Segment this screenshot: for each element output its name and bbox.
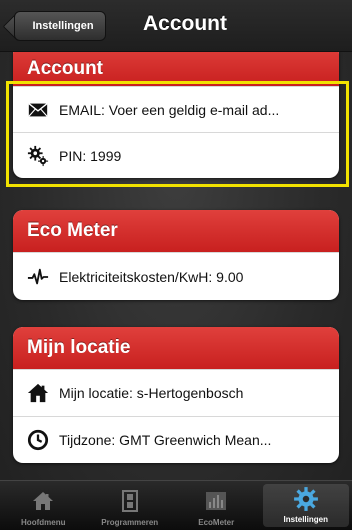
tab-ecometer[interactable]: EcoMeter xyxy=(173,481,260,530)
tab-programmeren[interactable]: Programmeren xyxy=(87,481,174,530)
film-icon xyxy=(115,486,145,516)
tab-label: Hoofdmenu xyxy=(21,518,66,527)
account-section: Account EMAIL: Voer een geldig e-mail ad… xyxy=(13,44,339,178)
tab-hoofdmenu[interactable]: Hoofdmenu xyxy=(0,481,87,530)
back-button[interactable]: Instellingen xyxy=(14,11,106,41)
section-header-eco-meter: Eco Meter xyxy=(13,210,339,252)
email-label: EMAIL: Voer een geldig e-mail ad... xyxy=(59,101,280,118)
electricity-cost-label: Elektriciteitskosten/KwH: 9.00 xyxy=(59,268,244,285)
navigation-bar: Instellingen Account xyxy=(0,0,352,52)
electricity-cost-row[interactable]: Elektriciteitskosten/KwH: 9.00 xyxy=(13,252,339,300)
pin-row[interactable]: PIN: 1999 xyxy=(13,132,339,178)
tab-label: EcoMeter xyxy=(198,518,235,527)
timezone-label: Tijdzone: GMT Greenwich Mean... xyxy=(59,432,272,448)
clock-icon xyxy=(27,429,49,451)
page-title: Account xyxy=(143,12,227,35)
app-screen: Instellingen Account Account EMAIL: Voer… xyxy=(0,0,352,530)
eco-meter-section: Eco Meter Elektriciteitskosten/KwH: 9.00 xyxy=(13,210,339,300)
home-icon xyxy=(27,382,49,404)
pin-label: PIN: 1999 xyxy=(59,147,122,164)
email-row[interactable]: EMAIL: Voer een geldig e-mail ad... xyxy=(13,86,339,132)
bar-chart-icon xyxy=(201,486,231,516)
location-label: Mijn locatie: s-Hertogenbosch xyxy=(59,385,244,401)
tab-bar: Hoofdmenu Programmeren EcoMeter Instelli… xyxy=(0,480,352,530)
tab-label: Programmeren xyxy=(101,518,159,527)
envelope-icon xyxy=(27,99,49,121)
timezone-row[interactable]: Tijdzone: GMT Greenwich Mean... xyxy=(13,416,339,463)
home-icon xyxy=(28,486,58,516)
section-header-location: Mijn locatie xyxy=(13,327,339,369)
pulse-icon xyxy=(27,266,49,288)
tab-instellingen[interactable]: Instellingen xyxy=(262,484,349,527)
tab-label: Instellingen xyxy=(283,515,328,524)
gears-icon xyxy=(27,145,49,167)
location-row[interactable]: Mijn locatie: s-Hertogenbosch xyxy=(13,369,339,416)
gear-icon xyxy=(291,484,321,513)
location-section: Mijn locatie Mijn locatie: s-Hertogenbos… xyxy=(13,327,339,463)
